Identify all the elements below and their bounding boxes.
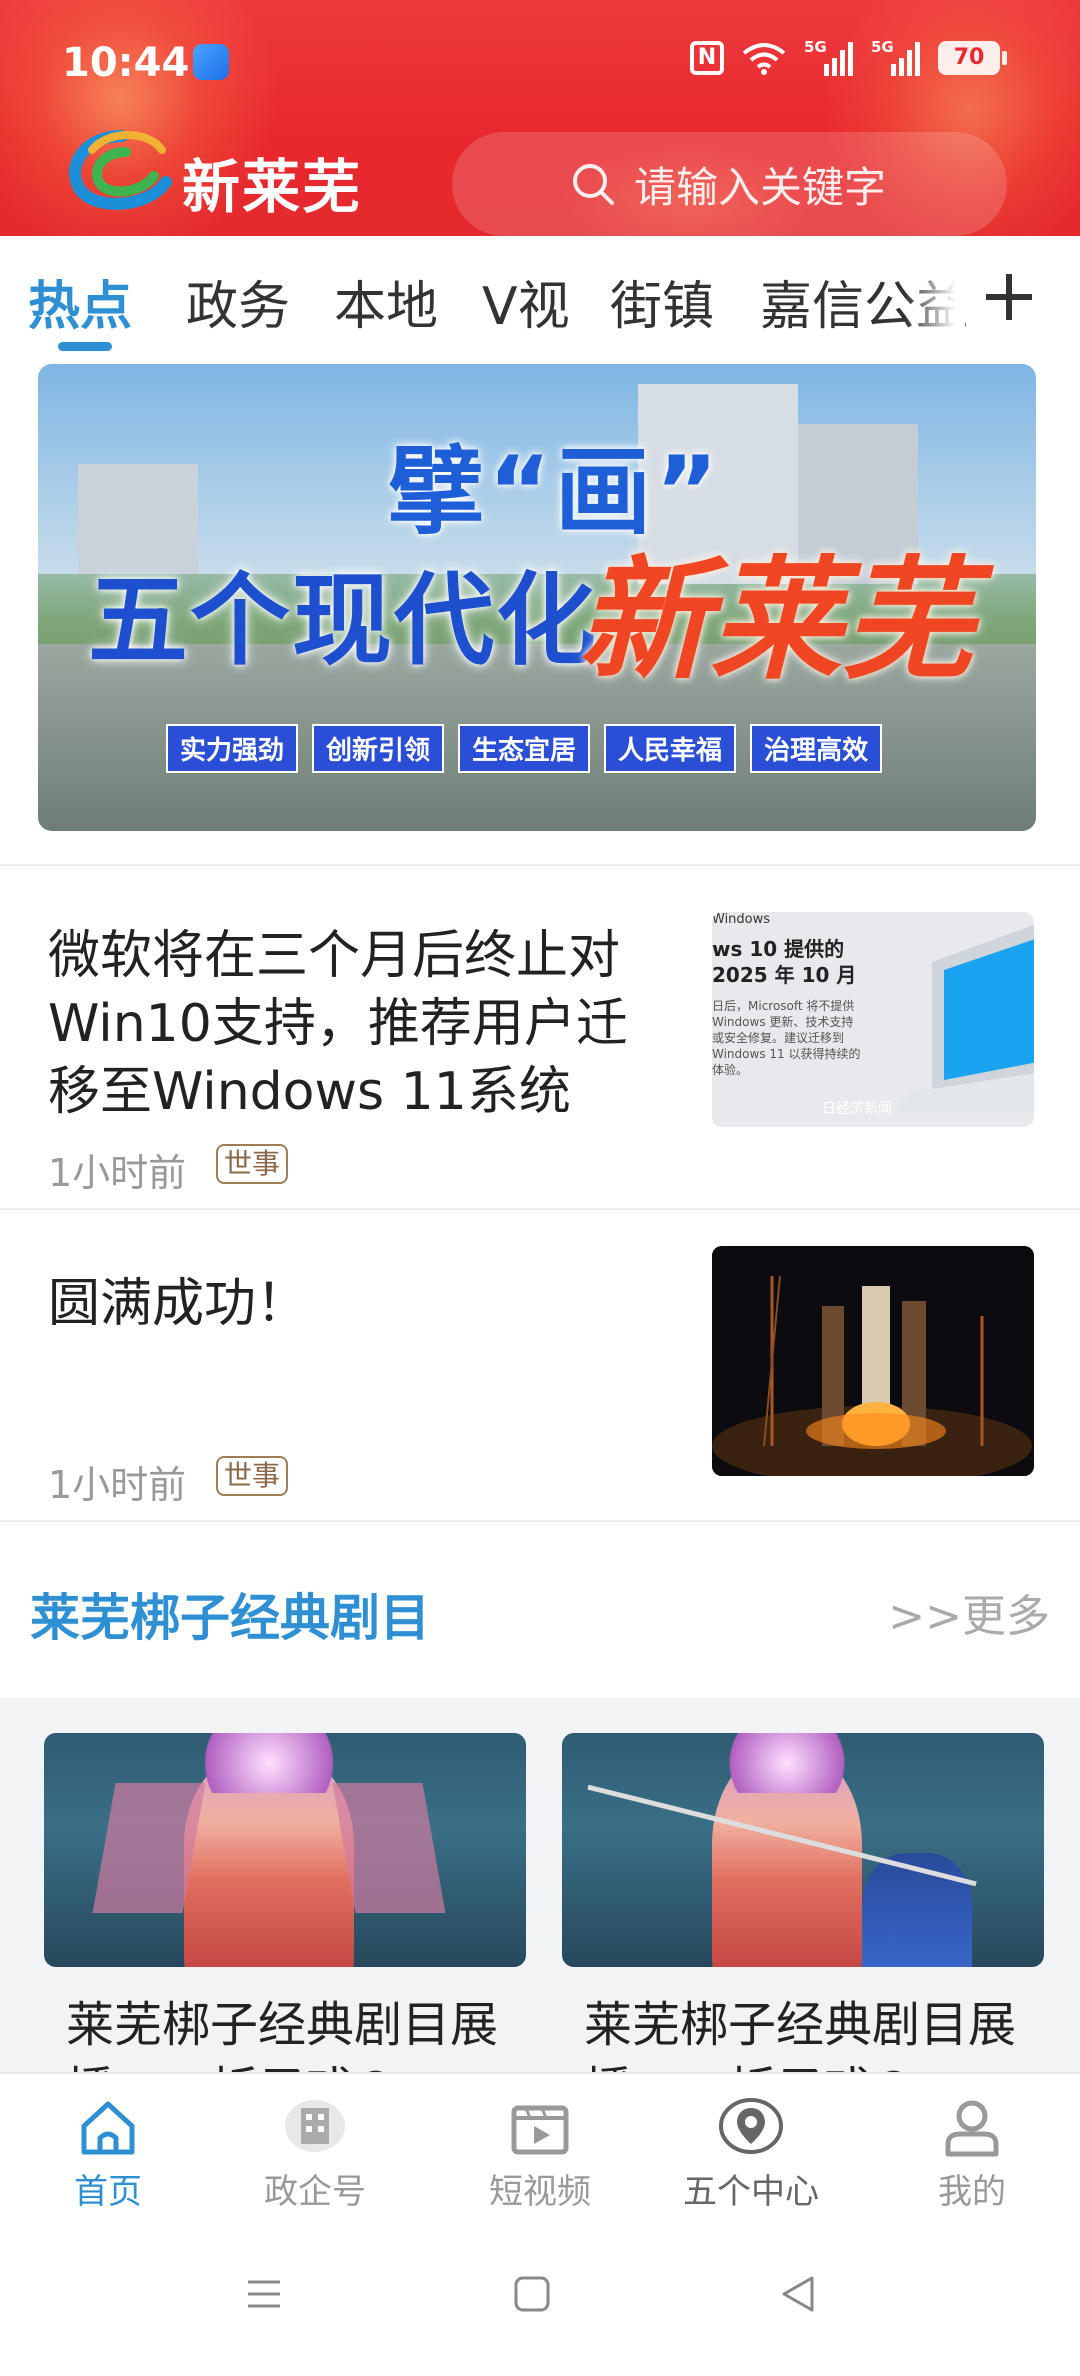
- opera-thumbnail: [44, 1733, 526, 1967]
- opera-headdress: [184, 1733, 354, 1793]
- app-logo-icon: [69, 130, 172, 210]
- opera-thumbnail: [562, 1733, 1044, 1967]
- tab-hot[interactable]: 热点: [28, 264, 132, 339]
- network-type-label: 5G: [804, 38, 827, 56]
- banner-tag: 治理高效: [750, 724, 883, 773]
- thumb-heading: ws 10 提供的 2025 年 10 月: [712, 937, 857, 987]
- tab-towns[interactable]: 街镇: [610, 264, 714, 339]
- news-thumbnail: Windows ws 10 提供的 2025 年 10 月 日后，Microso…: [712, 912, 1034, 1127]
- nav-enterprise[interactable]: 政企号: [207, 2074, 423, 2214]
- nav-label: 五个中心: [683, 2172, 819, 2212]
- more-link[interactable]: >>更多: [888, 1580, 1050, 1644]
- status-time: 10:44: [62, 40, 190, 86]
- wifi-icon: [742, 43, 786, 75]
- nfc-icon: N: [690, 41, 724, 75]
- signal-1-icon: 5G: [804, 38, 853, 76]
- back-icon[interactable]: [778, 2274, 818, 2314]
- banner-tag: 人民幸福: [604, 724, 737, 773]
- app-name: 新莱芜: [182, 153, 363, 221]
- news-time: 1小时前: [48, 1151, 187, 1195]
- nav-label: 短视频: [489, 2172, 591, 2212]
- home-button-icon[interactable]: [512, 2274, 552, 2314]
- video-icon: [511, 2105, 569, 2155]
- signal-2-icon: 5G: [871, 38, 920, 76]
- opera-caption: 莱芜梆子经典剧目展: [66, 1997, 499, 2053]
- news-time: 1小时前: [48, 1463, 187, 1507]
- divider: [0, 1520, 1080, 1522]
- bottom-navigation: 首页 政企号 短视频 五个中心 我的: [0, 2072, 1080, 2214]
- laptop-icon: [892, 924, 1034, 1112]
- news-category-badge: 世事: [216, 1456, 289, 1496]
- news-title: 圆满成功！: [48, 1274, 309, 1334]
- status-icons: N 5G 5G 70: [690, 38, 1007, 76]
- battery-icon: 70: [938, 41, 1007, 75]
- thumb-source: 日经济新闻: [822, 1101, 892, 1117]
- nav-short-video[interactable]: 短视频: [432, 2074, 648, 2214]
- tab-local[interactable]: 本地: [334, 264, 438, 339]
- banner-tag: 生态宜居: [458, 724, 591, 773]
- search-icon: [573, 164, 614, 205]
- notification-app-icon: [193, 44, 229, 80]
- system-navigation-bar: [0, 2212, 1080, 2376]
- banner-tag: 实力强劲: [166, 724, 299, 773]
- rocket-launch-image: [712, 1246, 1034, 1476]
- building-icon: [285, 2100, 345, 2152]
- hero-banner[interactable]: 擘“画” 五个现代化 新莱芜 实力强劲 创新引领 生态宜居 人民幸福 治理高效: [38, 364, 1036, 831]
- search-bar[interactable]: 请输入关键字: [452, 132, 1007, 236]
- active-tab-indicator: [58, 342, 112, 351]
- news-category-badge: 世事: [216, 1144, 289, 1184]
- nav-home[interactable]: 首页: [0, 2074, 216, 2214]
- nav-five-centers[interactable]: 五个中心: [643, 2074, 859, 2214]
- app-header: 10:44 N 5G 5G 70 新莱芜 请输入关键字: [0, 0, 1080, 236]
- nav-label: 政企号: [264, 2172, 366, 2212]
- user-icon: [945, 2100, 999, 2157]
- banner-title-line2: 五个现代化: [88, 562, 598, 679]
- search-placeholder: 请输入关键字: [634, 162, 887, 212]
- divider: [0, 864, 1080, 866]
- opera-headdress: [712, 1733, 862, 1793]
- tabs-fade: [905, 236, 965, 356]
- home-icon: [81, 2101, 135, 2155]
- tab-government[interactable]: 政务: [186, 264, 290, 339]
- divider: [0, 1208, 1080, 1210]
- banner-title-line3: 新莱芜: [578, 544, 974, 698]
- opera-caption: 莱芜梆子经典剧目展: [584, 1997, 1017, 2053]
- news-title: 微软将在三个月后终止对Win10支持，推荐用户迁移至Windows 11系统: [48, 926, 628, 1122]
- banner-tag: 创新引领: [312, 724, 445, 773]
- thumb-brand-label: Windows: [712, 912, 771, 927]
- banner-tags: 实力强劲 创新引领 生态宜居 人民幸福 治理高效: [166, 724, 883, 773]
- nav-mine[interactable]: 我的: [864, 2074, 1080, 2214]
- nav-label: 我的: [938, 2172, 1006, 2212]
- tab-video[interactable]: V视: [482, 264, 570, 339]
- location-pin-icon: [719, 2098, 783, 2154]
- add-channel-icon[interactable]: [980, 268, 1038, 326]
- nav-label: 首页: [74, 2172, 142, 2212]
- menu-icon[interactable]: [244, 2274, 284, 2314]
- thumb-body-text: 日后，Microsoft 将不提供 Windows 更新、技术支持或安全修复。建…: [712, 999, 861, 1077]
- network-type-label: 5G: [871, 38, 894, 56]
- news-thumbnail: [712, 1246, 1034, 1476]
- section-title: 莱芜梆子经典剧目: [30, 1589, 430, 1647]
